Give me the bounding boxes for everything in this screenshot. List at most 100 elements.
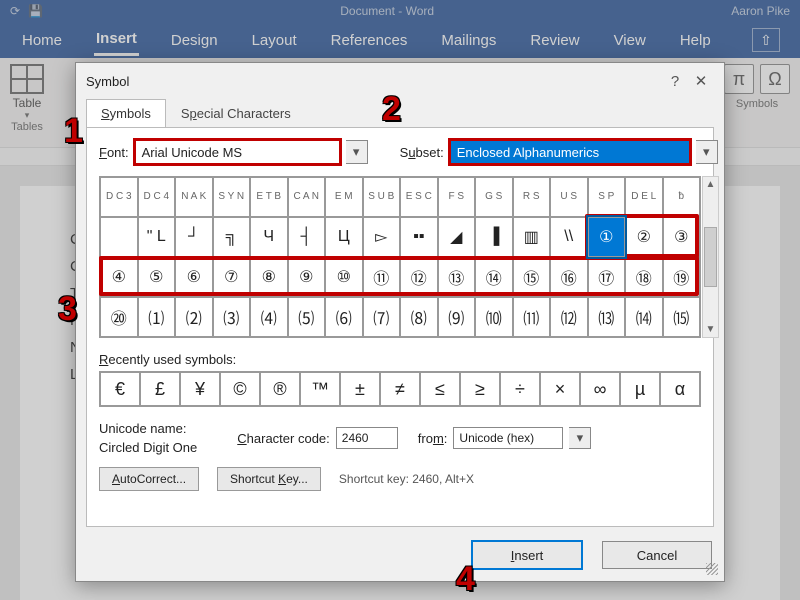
tab-design[interactable]: Design (169, 26, 220, 55)
recent-symbol-cell[interactable]: ÷ (500, 372, 540, 406)
symbol-cell[interactable]: ⑥ (175, 257, 213, 297)
symbol-cell[interactable]: ╗ (213, 217, 251, 257)
from-select[interactable]: Unicode (hex) (453, 427, 563, 449)
symbol-cell[interactable]: ▥ (513, 217, 551, 257)
symbol-cell[interactable]: ⑳ (100, 297, 138, 337)
symbol-cell[interactable]: ② (625, 217, 663, 257)
symbol-cell[interactable]: E T B (250, 177, 288, 217)
symbol-cell[interactable]: \\ (550, 217, 588, 257)
tab-help[interactable]: Help (678, 26, 713, 55)
table-button-label[interactable]: Table (13, 96, 42, 110)
symbol-cell[interactable]: Ч (250, 217, 288, 257)
symbol-cell[interactable]: ④ (100, 257, 138, 297)
symbol-cell[interactable]: ⑧ (250, 257, 288, 297)
symbol-cell[interactable]: ⑪ (363, 257, 401, 297)
symbol-icon[interactable]: Ω (760, 64, 790, 94)
symbol-cell[interactable]: U S (550, 177, 588, 217)
font-dropdown[interactable]: ▾ (346, 140, 368, 164)
recent-symbol-cell[interactable]: ≥ (460, 372, 500, 406)
recent-symbol-cell[interactable]: ¥ (180, 372, 220, 406)
symbol-cell[interactable]: ⑤ (138, 257, 176, 297)
symbol-cell[interactable]: S U B (363, 177, 401, 217)
symbol-cell[interactable]: Ц (325, 217, 363, 257)
recent-symbol-cell[interactable]: ± (340, 372, 380, 406)
symbol-cell[interactable]: S P (588, 177, 626, 217)
tab-review[interactable]: Review (528, 26, 581, 55)
symbol-cell[interactable]: ▻ (363, 217, 401, 257)
recent-symbol-cell[interactable]: ® (260, 372, 300, 406)
tab-layout[interactable]: Layout (250, 26, 299, 55)
symbol-cell[interactable]: ⑰ (588, 257, 626, 297)
tab-symbols[interactable]: Symbols (86, 99, 166, 127)
symbol-cell[interactable]: ⑬ (438, 257, 476, 297)
symbol-cell[interactable]: ┤ (288, 217, 326, 257)
dialog-help-button[interactable]: ? (662, 71, 688, 91)
tab-references[interactable]: References (329, 26, 410, 55)
recent-symbol-cell[interactable]: ∞ (580, 372, 620, 406)
symbol-cell[interactable]: ⑿ (550, 297, 588, 337)
symbol-cell[interactable]: ⑩ (325, 257, 363, 297)
dialog-close-button[interactable]: ✕ (688, 71, 714, 91)
recent-symbol-cell[interactable]: ≤ (420, 372, 460, 406)
symbol-cell[interactable]: ⑼ (438, 297, 476, 337)
symbol-cell[interactable]: D C 4 (138, 177, 176, 217)
symbol-cell[interactable]: ⑺ (363, 297, 401, 337)
symbol-cell[interactable]: ⑹ (325, 297, 363, 337)
symbol-grid-scrollbar[interactable]: ▲ ▼ (702, 176, 719, 338)
scroll-up-icon[interactable]: ▲ (706, 179, 716, 190)
from-dropdown[interactable]: ▾ (569, 427, 591, 449)
symbol-cell[interactable]: ⑷ (250, 297, 288, 337)
tab-special-characters[interactable]: Special Characters (166, 99, 306, 127)
scroll-down-icon[interactable]: ▼ (706, 324, 716, 335)
symbol-cell[interactable]: ⑭ (475, 257, 513, 297)
character-code-input[interactable]: 2460 (336, 427, 398, 449)
recent-symbol-cell[interactable]: µ (620, 372, 660, 406)
symbol-cell[interactable]: ⑾ (513, 297, 551, 337)
share-button[interactable]: ⇧ (752, 28, 780, 52)
equation-icon[interactable]: π (724, 64, 754, 94)
symbol-cell[interactable]: ʺ L (138, 217, 176, 257)
symbol-cell[interactable]: ⑸ (288, 297, 326, 337)
recent-symbol-cell[interactable]: ≠ (380, 372, 420, 406)
symbol-cell[interactable]: ⑨ (288, 257, 326, 297)
symbol-cell[interactable]: ⑫ (400, 257, 438, 297)
symbol-cell[interactable]: ┘ (175, 217, 213, 257)
symbol-cell[interactable]: E S C (400, 177, 438, 217)
symbol-cell[interactable]: ⑮ (513, 257, 551, 297)
recent-symbol-cell[interactable]: ™ (300, 372, 340, 406)
symbol-cell[interactable]: ƀ (663, 177, 701, 217)
tab-home[interactable]: Home (20, 26, 64, 55)
symbol-cell[interactable]: ⑶ (213, 297, 251, 337)
cancel-button[interactable]: Cancel (602, 541, 712, 569)
symbol-cell[interactable]: D E L (625, 177, 663, 217)
insert-button[interactable]: Insert (472, 541, 582, 569)
autocorrect-button[interactable]: AutoCorrect... (99, 467, 199, 491)
symbol-cell[interactable]: ⑴ (138, 297, 176, 337)
symbol-cell[interactable]: ⑵ (175, 297, 213, 337)
scroll-thumb[interactable] (704, 227, 717, 287)
symbol-cell[interactable]: ⑦ (213, 257, 251, 297)
shortcut-key-button[interactable]: Shortcut Key... (217, 467, 321, 491)
symbol-cell[interactable]: G S (475, 177, 513, 217)
symbol-cell[interactable]: ⒁ (625, 297, 663, 337)
symbol-cell[interactable]: D C 3 (100, 177, 138, 217)
recent-symbol-cell[interactable]: © (220, 372, 260, 406)
symbol-cell[interactable]: ⒂ (663, 297, 701, 337)
font-select[interactable]: Arial Unicode MS (135, 140, 340, 164)
recent-symbol-cell[interactable]: α (660, 372, 700, 406)
symbol-cell[interactable]: ◢ (438, 217, 476, 257)
symbol-cell[interactable]: ⑯ (550, 257, 588, 297)
tab-view[interactable]: View (612, 26, 648, 55)
symbol-cell[interactable]: ▐ (475, 217, 513, 257)
subset-dropdown[interactable]: ▾ (696, 140, 718, 164)
symbol-cell[interactable]: ① (588, 217, 626, 257)
symbol-cell[interactable]: ⒀ (588, 297, 626, 337)
symbol-cell[interactable]: C A N (288, 177, 326, 217)
subset-select[interactable]: Enclosed Alphanumerics (450, 140, 690, 164)
resize-grip[interactable] (706, 563, 718, 575)
recent-symbol-cell[interactable]: £ (140, 372, 180, 406)
symbol-cell[interactable]: ⑻ (400, 297, 438, 337)
recent-symbol-cell[interactable]: × (540, 372, 580, 406)
symbol-cell[interactable]: ▪▪ (400, 217, 438, 257)
symbol-cell[interactable]: ⑲ (663, 257, 701, 297)
